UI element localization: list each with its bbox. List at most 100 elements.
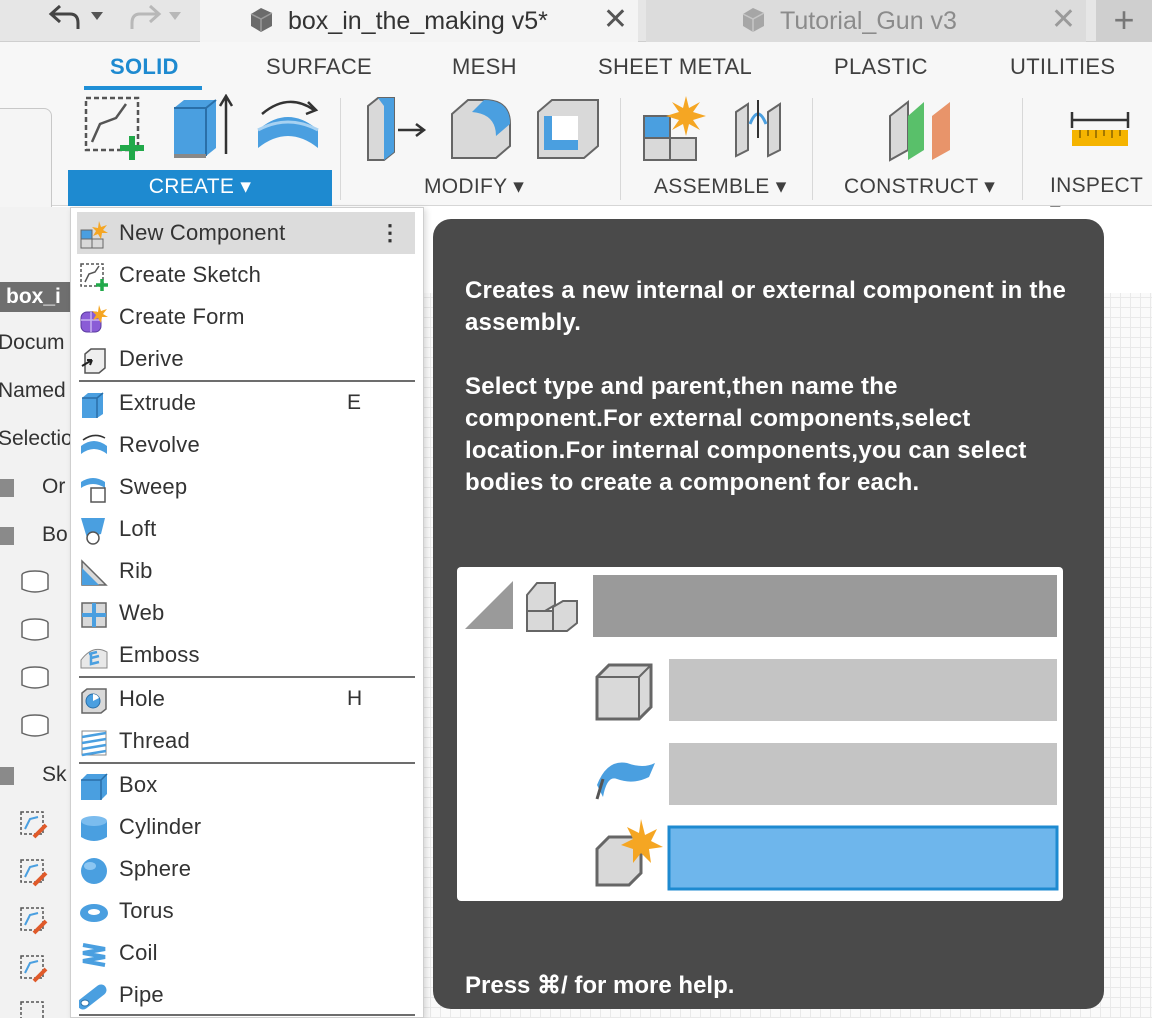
close-tab-icon[interactable]: ✕ <box>603 2 628 37</box>
chevron-down-icon: ▾ <box>513 175 525 198</box>
new-component-icon <box>595 819 663 887</box>
sketch-icon[interactable] <box>18 953 50 985</box>
menu-item-label: Hole <box>119 686 166 711</box>
body-icon <box>595 663 653 721</box>
close-tab-icon[interactable]: ✕ <box>1051 2 1076 37</box>
chevron-down-icon: ▾ <box>984 175 996 198</box>
menu-item-extrude[interactable]: Extrude E <box>71 382 423 424</box>
menu-item-new-component[interactable]: New Component ⋮ <box>77 212 415 254</box>
press-pull-icon[interactable] <box>364 94 434 169</box>
menu-item-emboss[interactable]: Emboss <box>71 634 423 676</box>
browser-item-named-views[interactable]: Named <box>0 379 66 403</box>
body-row-bar <box>669 659 1057 721</box>
menu-item-cylinder[interactable]: Cylinder <box>71 806 423 848</box>
sketch-icon[interactable] <box>18 809 50 841</box>
document-tab-inactive[interactable]: Tutorial_Gun v3 ✕ <box>646 0 1086 42</box>
extrude-icon[interactable] <box>168 93 238 169</box>
tooltip-help-hint: Press ⌘/ for more help. <box>465 972 735 999</box>
menu-item-label: Loft <box>119 516 157 541</box>
browser-item-origin[interactable]: Or <box>42 475 65 499</box>
menu-item-thread[interactable]: Thread <box>71 720 423 762</box>
loft-icon <box>79 516 109 546</box>
browser-header[interactable]: box_i <box>0 282 70 312</box>
more-options-icon[interactable]: ⋮ <box>379 220 401 246</box>
create-sketch-icon <box>79 262 109 292</box>
menu-item-hole[interactable]: Hole H <box>71 678 423 720</box>
command-tooltip: Creates a new internal or external compo… <box>433 219 1104 1009</box>
browser-item-selection-sets[interactable]: Selectio <box>0 427 73 451</box>
folder-icon <box>0 479 14 497</box>
sketch-icon[interactable] <box>18 905 50 937</box>
browser-panel: box_i Docum Named Selectio Or Bo Sk <box>0 207 73 1018</box>
create-label: CREATE <box>148 175 235 198</box>
menu-item-web[interactable]: Web <box>71 592 423 634</box>
shortcut-key: H <box>347 687 363 710</box>
undo-history-chevron-icon[interactable] <box>90 8 104 24</box>
inspect-label: INSPECT <box>1050 174 1143 197</box>
menu-item-sweep[interactable]: Sweep <box>71 466 423 508</box>
menu-item-box[interactable]: Box <box>71 764 423 806</box>
sketch-icon[interactable] <box>18 999 50 1018</box>
body-icon[interactable] <box>20 665 50 689</box>
new-component-icon <box>79 220 109 250</box>
tab-mesh[interactable]: MESH <box>452 54 517 80</box>
triangle-icon <box>465 581 513 629</box>
menu-item-create-form[interactable]: Create Form <box>71 296 423 338</box>
menu-item-label: Sphere <box>119 856 192 881</box>
tab-utilities[interactable]: UTILITIES <box>1010 54 1115 80</box>
menu-item-derive[interactable]: Derive <box>71 338 423 380</box>
menu-item-label: Revolve <box>119 432 200 457</box>
measure-icon[interactable] <box>1068 106 1132 155</box>
menu-item-pipe[interactable]: Pipe <box>71 974 423 1016</box>
surface-icon <box>595 762 655 800</box>
active-tab-indicator <box>84 86 202 90</box>
create-group-button[interactable]: CREATE ▾ <box>68 174 332 199</box>
browser-item-bodies[interactable]: Bo <box>42 523 68 547</box>
revolve-icon[interactable] <box>252 94 324 169</box>
emboss-icon <box>79 642 109 672</box>
new-component-icon[interactable] <box>640 94 710 169</box>
shortcut-key: E <box>347 391 362 414</box>
create-dropdown-menu: New Component ⋮ Create Sketch Create For… <box>70 207 424 1018</box>
tab-plastic[interactable]: PLASTIC <box>834 54 928 80</box>
assemble-group-button[interactable]: ASSEMBLE ▾ <box>654 174 787 199</box>
browser-item-sketches[interactable]: Sk <box>42 763 67 787</box>
redo-history-chevron-icon[interactable] <box>168 8 182 24</box>
sketch-icon[interactable] <box>18 857 50 889</box>
fillet-icon[interactable] <box>448 94 518 169</box>
modify-group-button[interactable]: MODIFY ▾ <box>424 174 524 199</box>
menu-item-label: Create Form <box>119 304 245 329</box>
tab-surface[interactable]: SURFACE <box>266 54 372 80</box>
joint-icon[interactable] <box>728 94 798 169</box>
menu-item-coil[interactable]: Coil <box>71 932 423 974</box>
menu-item-label: Create Sketch <box>119 262 262 287</box>
menu-item-label: Rib <box>119 558 153 583</box>
tab-sheet-metal[interactable]: SHEET METAL <box>598 54 752 80</box>
offset-plane-icon[interactable] <box>884 94 954 169</box>
create-form-icon <box>79 304 109 334</box>
menu-item-create-sketch[interactable]: Create Sketch <box>71 254 423 296</box>
document-tab-active[interactable]: box_in_the_making v5* ✕ <box>200 0 638 42</box>
menu-item-revolve[interactable]: Revolve <box>71 424 423 466</box>
menu-item-torus[interactable]: Torus <box>71 890 423 932</box>
assemble-label: ASSEMBLE <box>654 175 770 198</box>
menu-separator <box>79 1014 415 1016</box>
body-icon[interactable] <box>20 617 50 641</box>
construct-group-button[interactable]: CONSTRUCT ▾ <box>844 174 995 199</box>
cylinder-icon <box>79 814 109 844</box>
menu-item-rib[interactable]: Rib <box>71 550 423 592</box>
body-icon[interactable] <box>20 569 50 593</box>
derive-icon <box>79 346 109 376</box>
surface-row-bar <box>669 743 1057 805</box>
shell-icon[interactable] <box>534 94 604 169</box>
new-tab-button[interactable]: + <box>1096 0 1152 42</box>
menu-item-sphere[interactable]: Sphere <box>71 848 423 890</box>
browser-item-document-settings[interactable]: Docum <box>0 331 65 355</box>
body-icon[interactable] <box>20 713 50 737</box>
undo-icon[interactable] <box>48 2 82 40</box>
menu-item-loft[interactable]: Loft <box>71 508 423 550</box>
create-sketch-icon[interactable] <box>82 94 152 169</box>
redo-icon[interactable] <box>128 2 162 40</box>
tab-solid[interactable]: SOLID <box>110 54 179 80</box>
box-icon <box>79 772 109 802</box>
